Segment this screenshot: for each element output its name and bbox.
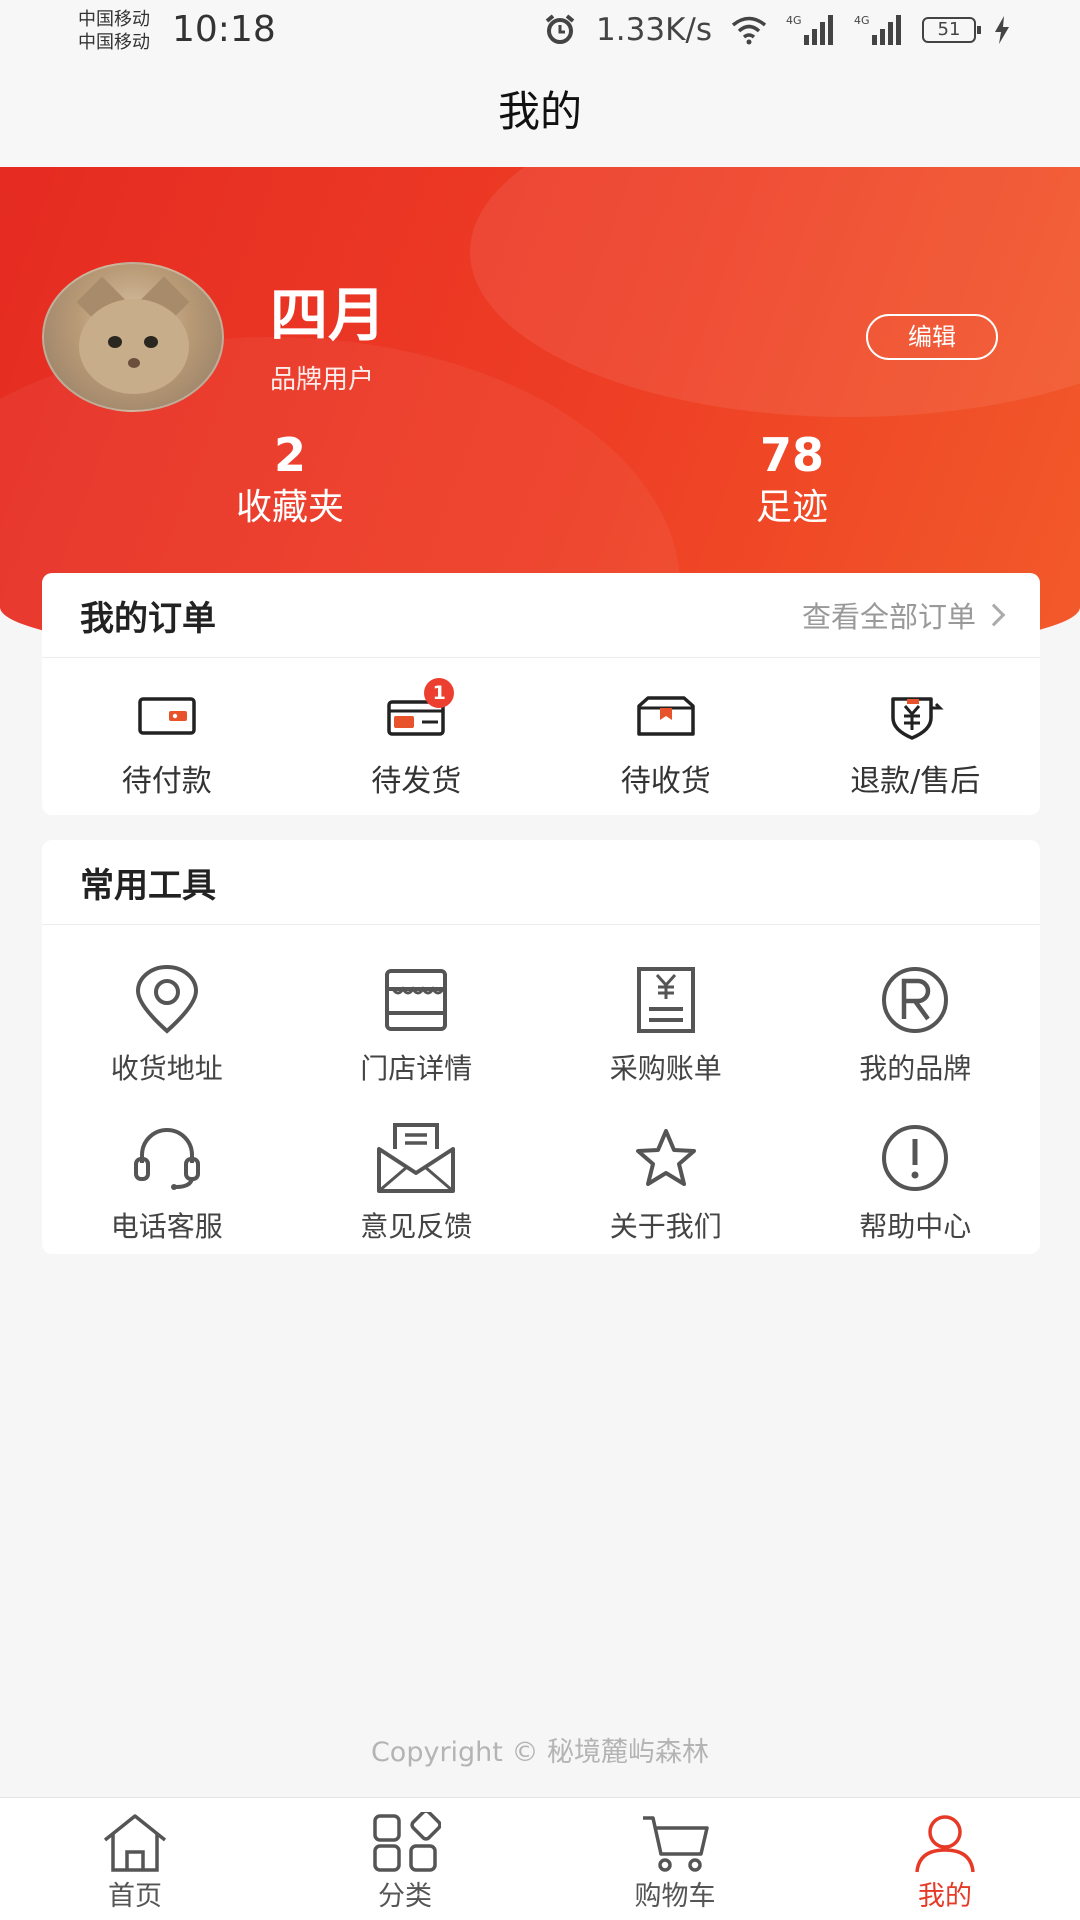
decor-bubble [470, 167, 1080, 417]
avatar-eye [108, 336, 122, 348]
tool-store-details[interactable]: 门店详情 [292, 965, 542, 1087]
order-label: 退款/售后 [850, 764, 981, 799]
my-orders-card: 我的订单 查看全部订单 待付款 1 待发货 待收货 退款/售后 [42, 573, 1040, 815]
order-label: 待收货 [620, 764, 711, 799]
tools-header: 常用工具 [42, 840, 1040, 925]
signal-icon-1: 4G [786, 14, 833, 45]
tool-shipping-address[interactable]: 收货地址 [42, 965, 292, 1087]
user-name: 四月 [270, 281, 387, 349]
category-icon [369, 1812, 441, 1874]
network-label-1: 4G [786, 14, 802, 27]
network-label-2: 4G [854, 14, 870, 27]
status-time: 10:18 [172, 9, 276, 50]
avatar-eye [144, 336, 158, 348]
common-tools-card: 常用工具 收货地址 门店详情 采购账单 我的品牌 电话客服 意见反馈 关于我们 … [42, 840, 1040, 1254]
status-indicators: 1.33K/s 4G 4G 51 [542, 10, 1010, 50]
tool-feedback[interactable]: 意见反馈 [292, 1123, 542, 1245]
tool-phone-service[interactable]: 电话客服 [42, 1123, 292, 1245]
charging-icon [995, 16, 1009, 44]
stat-label: 足迹 [755, 487, 828, 528]
avatar-face [79, 299, 189, 394]
nav-bar: 我的 [0, 62, 1080, 167]
tool-label: 采购账单 [609, 1052, 722, 1085]
tab-label: 首页 [108, 1881, 162, 1912]
alarm-icon [545, 14, 575, 44]
order-count-badge: 1 [424, 678, 455, 708]
order-status-row: 待付款 1 待发货 待收货 退款/售后 [42, 658, 1040, 800]
home-icon [99, 1812, 171, 1874]
profile-icon [909, 1812, 981, 1874]
stat-value: 78 [759, 428, 824, 482]
card-icon: 1 [386, 678, 455, 736]
orders-title: 我的订单 [80, 598, 216, 639]
order-refund[interactable]: 退款/售后 [791, 688, 1041, 800]
tool-about-us[interactable]: 关于我们 [541, 1123, 791, 1245]
tab-label: 购物车 [634, 1881, 716, 1912]
order-pending-shipment[interactable]: 1 待发货 [292, 678, 542, 800]
status-bar: 中国移动 中国移动 10:18 1.33K/s 4G 4G 51 [0, 0, 1080, 62]
wifi-icon [731, 16, 767, 45]
carrier-info: 中国移动 中国移动 [78, 8, 150, 54]
tab-category[interactable]: 分类 [270, 1798, 540, 1920]
stat-label: 收藏夹 [235, 487, 344, 528]
registered-icon [872, 965, 958, 1035]
feedback-icon [373, 1123, 459, 1193]
orders-header: 我的订单 查看全部订单 [42, 573, 1040, 658]
tool-label: 帮助中心 [859, 1210, 972, 1243]
location-icon [124, 965, 210, 1035]
help-icon [872, 1123, 958, 1193]
battery-indicator: 51 [922, 17, 981, 43]
net-speed: 1.33K/s [596, 12, 712, 48]
user-role: 品牌用户 [270, 365, 375, 395]
store-icon [373, 965, 459, 1035]
box-icon [636, 696, 696, 736]
page-title: 我的 [497, 87, 582, 136]
tab-label: 分类 [378, 1881, 432, 1912]
stat-footprints[interactable]: 78 足迹 [662, 427, 922, 533]
tool-label: 门店详情 [360, 1052, 473, 1085]
chevron-right-icon [982, 603, 1006, 627]
tab-profile[interactable]: 我的 [810, 1798, 1080, 1920]
tab-cart[interactable]: 购物车 [540, 1798, 810, 1920]
tool-help-center[interactable]: 帮助中心 [791, 1123, 1041, 1245]
order-label: 待发货 [371, 764, 462, 799]
cart-icon [639, 1812, 711, 1874]
avatar-nose [128, 358, 140, 368]
tool-label: 关于我们 [609, 1210, 722, 1243]
tool-label: 电话客服 [110, 1210, 223, 1243]
stat-favorites[interactable]: 2 收藏夹 [160, 427, 420, 533]
star-icon [623, 1123, 709, 1193]
tool-label: 收货地址 [110, 1052, 223, 1085]
tool-purchase-bill[interactable]: 采购账单 [541, 965, 791, 1087]
tool-my-brand[interactable]: 我的品牌 [791, 965, 1041, 1087]
wallet-icon [137, 696, 197, 736]
tool-label: 意见反馈 [360, 1210, 473, 1243]
stat-value: 2 [273, 428, 306, 482]
tool-label: 我的品牌 [859, 1052, 972, 1085]
bottom-tab-bar: 首页 分类 购物车 我的 [0, 1797, 1080, 1920]
tools-title: 常用工具 [80, 865, 216, 906]
order-pending-payment[interactable]: 待付款 [42, 688, 292, 800]
tools-grid: 收货地址 门店详情 采购账单 我的品牌 电话客服 意见反馈 关于我们 帮助中心 [42, 925, 1040, 1245]
bill-icon [623, 965, 709, 1035]
tab-home[interactable]: 首页 [0, 1798, 270, 1920]
tab-label: 我的 [918, 1881, 972, 1912]
signal-icon-2: 4G [854, 14, 901, 45]
edit-profile-button[interactable]: 编辑 [866, 314, 998, 360]
copyright-text: Copyright © 秘境麓屿森林 [370, 1737, 710, 1768]
carrier-1: 中国移动 [78, 9, 150, 30]
order-label: 待付款 [121, 764, 212, 799]
headset-icon [124, 1123, 210, 1193]
carrier-2: 中国移动 [78, 32, 150, 53]
refund-icon [885, 696, 945, 740]
order-pending-receipt[interactable]: 待收货 [541, 688, 791, 800]
view-all-orders-link[interactable]: 查看全部订单 [801, 594, 1006, 636]
view-all-label: 查看全部订单 [801, 600, 976, 634]
avatar[interactable] [42, 262, 224, 412]
